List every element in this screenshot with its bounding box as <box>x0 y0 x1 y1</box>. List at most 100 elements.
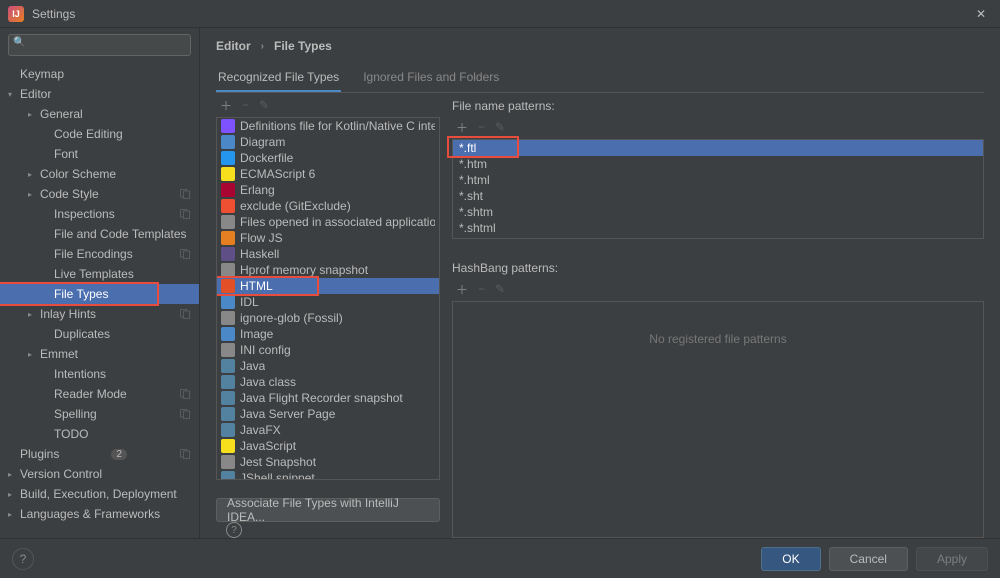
filetype-label: INI config <box>240 343 291 357</box>
sidebar-item-todo[interactable]: TODO <box>0 424 199 444</box>
tree-item-label: Inspections <box>54 207 115 221</box>
sidebar-item-file-types[interactable]: File Types <box>0 284 199 304</box>
sidebar-item-keymap[interactable]: Keymap <box>0 64 199 84</box>
breadcrumb-root[interactable]: Editor <box>216 39 251 53</box>
tree-item-label: Intentions <box>54 367 106 381</box>
tree-item-label: Code Editing <box>54 127 123 141</box>
filetype-label: Jest Snapshot <box>240 455 316 469</box>
help-icon[interactable]: ? <box>226 522 242 538</box>
close-icon[interactable]: ✕ <box>970 5 992 23</box>
sidebar-item-live-templates[interactable]: Live Templates <box>0 264 199 284</box>
filetype-label: JavaScript <box>240 439 296 453</box>
add-icon[interactable]: ＋ <box>456 119 468 136</box>
filetype-label: Image <box>240 327 273 341</box>
filetype-icon <box>221 263 235 277</box>
filetype-icon <box>221 183 235 197</box>
sidebar-item-color-scheme[interactable]: ▸Color Scheme <box>0 164 199 184</box>
filetype-item[interactable]: ECMAScript 6 <box>217 166 439 182</box>
add-icon[interactable]: ＋ <box>456 281 468 298</box>
filetype-list[interactable]: Definitions file for Kotlin/Native C int… <box>216 117 440 480</box>
sidebar-item-editor[interactable]: ▾Editor <box>0 84 199 104</box>
filetype-item[interactable]: Java <box>217 358 439 374</box>
filetype-item[interactable]: ignore-glob (Fossil) <box>217 310 439 326</box>
add-icon[interactable]: ＋ <box>220 97 232 114</box>
filetype-label: Erlang <box>240 183 275 197</box>
filetype-item[interactable]: JShell snippet <box>217 470 439 480</box>
sidebar-item-code-style[interactable]: ▸Code Style <box>0 184 199 204</box>
chevron-right-icon: ▸ <box>8 510 20 519</box>
filetype-icon <box>221 407 235 421</box>
sidebar-item-duplicates[interactable]: Duplicates <box>0 324 199 344</box>
edit-icon[interactable]: ✎ <box>259 98 269 112</box>
sidebar-item-plugins[interactable]: Plugins2 <box>0 444 199 464</box>
edit-icon[interactable]: ✎ <box>495 120 505 134</box>
filetype-item[interactable]: INI config <box>217 342 439 358</box>
settings-tree[interactable]: Keymap▾Editor▸GeneralCode EditingFont▸Co… <box>0 62 199 538</box>
filetype-icon <box>221 135 235 149</box>
filetype-item[interactable]: Image <box>217 326 439 342</box>
sidebar-item-version-control[interactable]: ▸Version Control <box>0 464 199 484</box>
pattern-item[interactable]: *.htm <box>453 156 983 172</box>
edit-icon[interactable]: ✎ <box>495 282 505 296</box>
search-input[interactable] <box>8 34 191 56</box>
filetype-item[interactable]: Java Flight Recorder snapshot <box>217 390 439 406</box>
sidebar-item-general[interactable]: ▸General <box>0 104 199 124</box>
sidebar-item-file-encodings[interactable]: File Encodings <box>0 244 199 264</box>
tree-item-label: Duplicates <box>54 327 110 341</box>
filetype-item[interactable]: Definitions file for Kotlin/Native C int… <box>217 118 439 134</box>
filetype-item[interactable]: JavaScript <box>217 438 439 454</box>
filetype-item[interactable]: Java Server Page <box>217 406 439 422</box>
hashbang-list[interactable]: No registered file patterns <box>452 301 984 538</box>
filetype-item[interactable]: Flow JS <box>217 230 439 246</box>
filetype-item[interactable]: IDL <box>217 294 439 310</box>
filetype-item[interactable]: Diagram <box>217 134 439 150</box>
pattern-item[interactable]: *.sht <box>453 188 983 204</box>
remove-icon[interactable]: − <box>478 282 485 296</box>
filetype-item[interactable]: Files opened in associated applications <box>217 214 439 230</box>
filetype-item[interactable]: exclude (GitExclude) <box>217 198 439 214</box>
remove-icon[interactable]: − <box>478 120 485 134</box>
sidebar-item-languages-frameworks[interactable]: ▸Languages & Frameworks <box>0 504 199 524</box>
cancel-button[interactable]: Cancel <box>829 547 908 571</box>
sidebar-item-build-execution-deployment[interactable]: ▸Build, Execution, Deployment <box>0 484 199 504</box>
apply-button[interactable]: Apply <box>916 547 988 571</box>
filetype-item[interactable]: Java class <box>217 374 439 390</box>
filetype-item[interactable]: Hprof memory snapshot <box>217 262 439 278</box>
ok-button[interactable]: OK <box>761 547 820 571</box>
per-project-icon <box>179 248 191 260</box>
sidebar-item-intentions[interactable]: Intentions <box>0 364 199 384</box>
pattern-item[interactable]: *.html <box>453 172 983 188</box>
filetype-item[interactable]: Dockerfile <box>217 150 439 166</box>
sidebar-item-spelling[interactable]: Spelling <box>0 404 199 424</box>
associate-button[interactable]: Associate File Types with IntelliJ IDEA.… <box>216 498 440 522</box>
patterns-toolbar: ＋ − ✎ <box>452 115 984 139</box>
filetype-icon <box>221 151 235 165</box>
filetype-item[interactable]: Jest Snapshot <box>217 454 439 470</box>
tree-item-label: File and Code Templates <box>54 227 187 241</box>
tree-item-label: Emmet <box>40 347 78 361</box>
pattern-item[interactable]: *.shtml <box>453 220 983 236</box>
remove-icon[interactable]: − <box>242 98 249 112</box>
filetype-icon <box>221 375 235 389</box>
filetype-item[interactable]: HTML <box>217 278 439 294</box>
filetype-item[interactable]: JavaFX <box>217 422 439 438</box>
tab-recognized[interactable]: Recognized File Types <box>216 64 341 92</box>
patterns-list[interactable]: *.ftl*.htm*.html*.sht*.shtm*.shtml <box>452 139 984 239</box>
sidebar-item-font[interactable]: Font <box>0 144 199 164</box>
filetype-label: Files opened in associated applications <box>240 215 435 229</box>
sidebar-item-file-and-code-templates[interactable]: File and Code Templates <box>0 224 199 244</box>
chevron-right-icon: ▸ <box>28 350 40 359</box>
help-button[interactable]: ? <box>12 548 34 570</box>
sidebar-item-code-editing[interactable]: Code Editing <box>0 124 199 144</box>
filetype-item[interactable]: Erlang <box>217 182 439 198</box>
pattern-item[interactable]: *.ftl <box>453 140 983 156</box>
sidebar-item-inlay-hints[interactable]: ▸Inlay Hints <box>0 304 199 324</box>
hashbang-label: HashBang patterns: <box>452 255 984 277</box>
sidebar-item-reader-mode[interactable]: Reader Mode <box>0 384 199 404</box>
tab-ignored[interactable]: Ignored Files and Folders <box>361 64 501 92</box>
filetype-item[interactable]: Haskell <box>217 246 439 262</box>
pattern-item[interactable]: *.shtm <box>453 204 983 220</box>
sidebar-item-inspections[interactable]: Inspections <box>0 204 199 224</box>
sidebar-item-emmet[interactable]: ▸Emmet <box>0 344 199 364</box>
filetype-label: Definitions file for Kotlin/Native C int… <box>240 119 435 133</box>
